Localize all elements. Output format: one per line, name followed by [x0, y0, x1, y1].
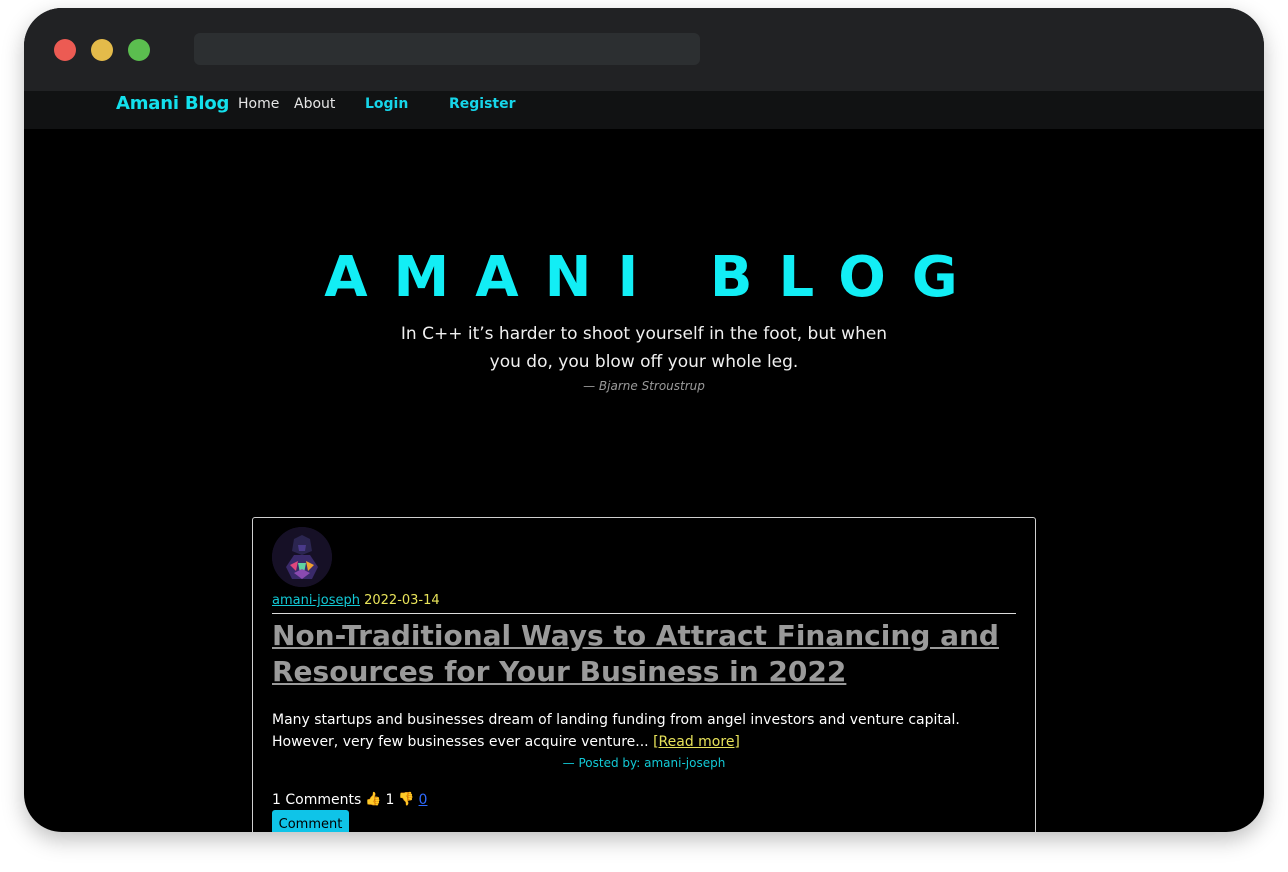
- dislikes-count[interactable]: 0: [419, 790, 428, 810]
- post-meta: amani-joseph 2022-03-14: [272, 592, 440, 610]
- post-title-link[interactable]: Non-Traditional Ways to Attract Financin…: [272, 618, 1016, 690]
- posted-by: — Posted by: amani-joseph: [562, 756, 726, 770]
- post-date: 2022-03-14: [364, 593, 440, 608]
- nav-register-link[interactable]: Register: [449, 94, 516, 114]
- comments-count: 1 Comments: [272, 792, 362, 808]
- address-bar[interactable]: [194, 33, 700, 65]
- author-avatar: [272, 527, 332, 587]
- post-author-link[interactable]: amani-joseph: [272, 593, 360, 608]
- post-excerpt: Many startups and businesses dream of la…: [272, 709, 1016, 753]
- close-window-button[interactable]: [54, 39, 76, 61]
- brand-link[interactable]: Amani Blog: [116, 92, 229, 116]
- nav-login-link[interactable]: Login: [365, 94, 408, 114]
- nav-home-link[interactable]: Home: [238, 94, 279, 114]
- post-card: amani-joseph 2022-03-14 Non-Traditional …: [252, 517, 1036, 832]
- thumbs-up-icon[interactable]: 👍: [365, 790, 381, 810]
- avatar-figure-icon: [272, 527, 332, 587]
- read-more-link[interactable]: [Read more]: [653, 734, 740, 750]
- title-bar: [24, 8, 1264, 91]
- browser-window: Amani Blog Home About Login Register AMA…: [24, 8, 1264, 832]
- hero-title: AMANI BLOG: [324, 245, 984, 310]
- minimize-window-button[interactable]: [91, 39, 113, 61]
- post-stats: 1 Comments 👍 1 👎 0: [272, 790, 427, 810]
- nav-about-link[interactable]: About: [294, 94, 335, 114]
- thumbs-down-icon[interactable]: 👎: [398, 790, 414, 810]
- comment-button[interactable]: Comment: [272, 810, 349, 832]
- excerpt-text: Many startups and businesses dream of la…: [272, 712, 960, 750]
- likes-count: 1: [385, 792, 395, 808]
- quote-author: — Bjarne Stroustrup: [583, 379, 705, 393]
- navbar: Amani Blog Home About Login Register: [24, 91, 1264, 129]
- divider: [272, 613, 1016, 614]
- maximize-window-button[interactable]: [128, 39, 150, 61]
- hero-quote: In C++ it’s harder to shoot yourself in …: [400, 324, 888, 372]
